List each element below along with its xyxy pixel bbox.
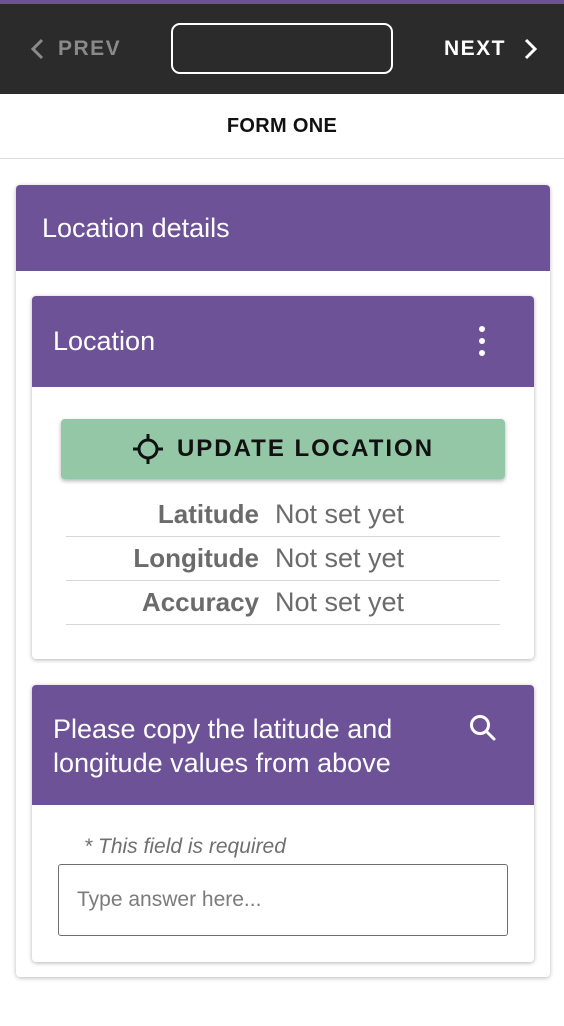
location-field-header: Location bbox=[32, 296, 534, 387]
location-field-title: Location bbox=[53, 326, 156, 356]
coordinates-table: Latitude Not set yet Longitude Not set y… bbox=[66, 493, 500, 625]
copy-field-title: Please copy the latitude and longitude v… bbox=[53, 714, 393, 778]
latitude-value: Not set yet bbox=[275, 499, 405, 529]
accuracy-value: Not set yet bbox=[275, 587, 405, 617]
longitude-label: Longitude bbox=[133, 543, 259, 573]
accuracy-label: Accuracy bbox=[141, 587, 259, 617]
section-title: Location details bbox=[42, 212, 230, 243]
accuracy-row: Accuracy Not set yet bbox=[66, 581, 500, 625]
form-title: FORM ONE bbox=[226, 114, 338, 137]
section-header: Location details bbox=[16, 185, 550, 271]
prev-label: PREV bbox=[58, 37, 122, 60]
chevron-right-icon bbox=[524, 38, 538, 60]
location-details-section: Location details Location UPDATE LOCATIO… bbox=[16, 185, 550, 977]
chevron-left-icon bbox=[30, 38, 44, 60]
update-location-label: UPDATE LOCATION bbox=[176, 435, 435, 462]
latitude-row: Latitude Not set yet bbox=[66, 493, 500, 537]
page-select[interactable] bbox=[171, 23, 393, 74]
copy-field-header: Please copy the latitude and longitude v… bbox=[32, 685, 534, 805]
prev-button[interactable]: PREV bbox=[30, 31, 121, 67]
location-field-card: Location UPDATE LOCATION Latitude Not se… bbox=[32, 296, 534, 659]
latitude-label: Latitude bbox=[157, 499, 259, 529]
answer-input[interactable] bbox=[58, 864, 508, 936]
next-label: NEXT bbox=[443, 37, 506, 60]
more-vertical-icon[interactable] bbox=[470, 324, 494, 358]
next-button[interactable]: NEXT bbox=[444, 31, 538, 67]
required-note: * This field is required bbox=[84, 835, 286, 858]
longitude-value: Not set yet bbox=[275, 543, 405, 573]
longitude-row: Longitude Not set yet bbox=[66, 537, 500, 581]
search-icon[interactable] bbox=[468, 713, 498, 743]
crosshair-icon bbox=[132, 434, 163, 464]
form-title-bar: FORM ONE bbox=[0, 94, 564, 159]
top-navigation-bar: PREV NEXT bbox=[0, 4, 564, 94]
copy-coordinates-field-card: Please copy the latitude and longitude v… bbox=[32, 685, 534, 962]
update-location-button[interactable]: UPDATE LOCATION bbox=[61, 419, 505, 479]
